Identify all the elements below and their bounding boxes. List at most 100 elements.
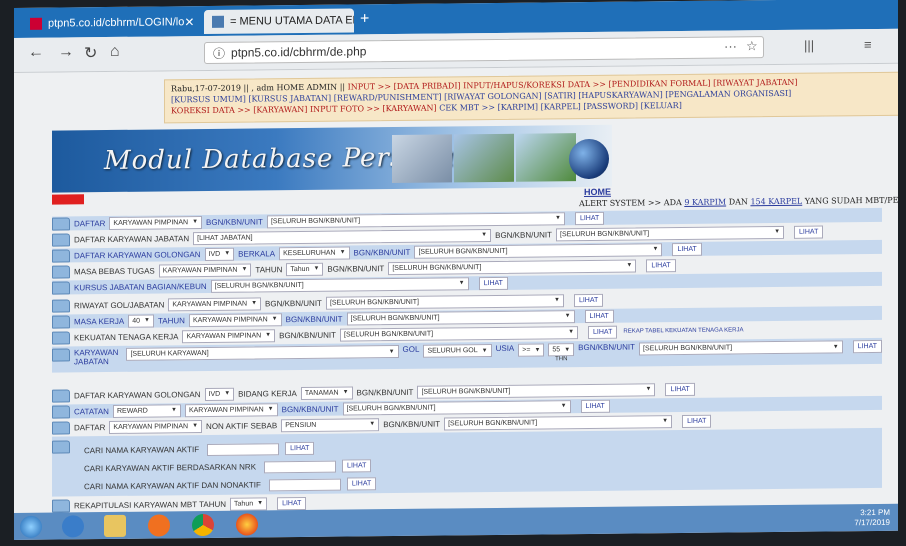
library-icon[interactable]: |||: [804, 38, 814, 53]
folder-icon: [52, 420, 70, 435]
lihat-button[interactable]: LIHAT: [342, 459, 372, 473]
select-jenis-karyawan[interactable]: KARYAWAN PIMPINAN ▼: [188, 312, 282, 327]
select-karyawan[interactable]: [SELURUH KARYAWAN] ▼: [126, 344, 399, 361]
search-panel: CARI NAMA KARYAWAN AKTIF LIHAT CARI KARY…: [52, 427, 882, 497]
input-data-link[interactable]: INPUT >> [DATA PRIBADI]: [348, 81, 461, 91]
select-unit[interactable]: [SELURUH BGN/KBN/UNIT] ▼: [210, 276, 469, 293]
firefox-icon[interactable]: [236, 513, 258, 536]
select-unit[interactable]: [SELURUH BGN/KBN/UNIT] ▼: [417, 382, 656, 399]
folder-icon: [52, 232, 70, 247]
start-icon[interactable]: [20, 515, 42, 538]
alert-system: ALERT SYSTEM >> ADA 9 KARPIM DAN 154 KAR…: [579, 195, 898, 209]
search-nrk: CARI KARYAWAN AKTIF BERDASARKAN NRK LIHA…: [84, 459, 372, 475]
explorer-icon[interactable]: [104, 514, 126, 538]
chrome-icon[interactable]: [192, 513, 214, 537]
select-jenis-karyawan[interactable]: KARYAWAN PIMPINAN ▼: [158, 263, 252, 277]
nama-aktif-input[interactable]: [207, 442, 280, 456]
folder-icon: [52, 314, 70, 329]
lihat-button[interactable]: LIHAT: [285, 441, 315, 456]
select-unit[interactable]: [SELURUH BGN/KBN/UNIT] ▼: [414, 242, 663, 259]
lihat-button[interactable]: LIHAT: [665, 382, 695, 396]
lihat-button[interactable]: LIHAT: [478, 276, 508, 290]
banner-photo-2: [454, 133, 514, 183]
select-unit[interactable]: [SELURUH BGN/KBN/UNIT] ▼: [388, 258, 637, 275]
select-golongan[interactable]: IVD ▼: [204, 387, 235, 401]
monitor-screen: ptpn5.co.id/cbhrm/LOGIN/lo ✕ = MENU UTAM…: [14, 0, 898, 541]
select-golongan[interactable]: SELURUH GOL ▼: [423, 343, 492, 358]
select-berkala[interactable]: KESELURUHAN ▼: [279, 245, 350, 260]
menu-icon[interactable]: ≡: [864, 37, 872, 52]
select-jenis-karyawan[interactable]: KARYAWAN PIMPINAN ▼: [109, 215, 203, 230]
select-unit[interactable]: [SELURUH BGN/KBN/UNIT] ▼: [342, 399, 571, 416]
cek-mbt-links[interactable]: CEK MBT >> [KARPIM] [KARPEL] [PASSWORD] …: [439, 101, 682, 113]
select-tahun[interactable]: Tahun ▼: [286, 262, 324, 276]
karpim-link[interactable]: 9 KARPIM: [684, 198, 726, 207]
lihat-button[interactable]: LIHAT: [794, 225, 824, 239]
folder-icon: [52, 248, 70, 263]
banner: Modul Database Personalia: [52, 124, 612, 193]
tab-login[interactable]: ptpn5.co.id/cbhrm/LOGIN/lo ✕: [22, 10, 202, 36]
lihat-button[interactable]: LIHAT: [672, 242, 702, 256]
lihat-button[interactable]: LIHAT: [346, 477, 377, 491]
url-bar[interactable]: ⓘ ptpn5.co.id/cbhrm/de.php: [204, 36, 764, 65]
folder-icon: [52, 404, 70, 419]
banner-photo-3: [516, 133, 576, 182]
web-page: Rabu,17-07-2019 || , adm HOME ADMIN || I…: [14, 63, 898, 514]
search-nama-aktif: CARI NAMA KARYAWAN AKTIF LIHAT: [84, 441, 315, 457]
home-icon[interactable]: ⌂: [110, 43, 120, 61]
lihat-button[interactable]: LIHAT: [852, 339, 882, 354]
lihat-button[interactable]: LIHAT: [573, 293, 604, 307]
select-unit[interactable]: [SELURUH BGN/KBN/UNIT] ▼: [639, 340, 843, 356]
select-jenis-karyawan[interactable]: KARYAWAN PIMPINAN ▼: [109, 419, 203, 434]
select-golongan[interactable]: IVD ▼: [204, 247, 235, 261]
select-catatan[interactable]: REWARD ▼: [112, 403, 181, 418]
site-favicon-icon: [212, 15, 224, 28]
karpel-link[interactable]: 154 KARPEL: [750, 197, 802, 207]
select-tahun[interactable]: Tahun ▼: [230, 496, 268, 511]
rekap-tabel-link[interactable]: REKAP TABEL KEKUATAN TENAGA KERJA: [623, 327, 743, 334]
select-jenis-karyawan[interactable]: KARYAWAN PIMPINAN ▼: [184, 402, 278, 417]
select-jabatan[interactable]: [LIHAT JABATAN] ▼: [193, 228, 492, 245]
folder-icon: [52, 298, 70, 313]
select-unit[interactable]: [SELURUH BGN/KBN/UNIT] ▼: [266, 211, 565, 228]
forward-arrow-icon[interactable]: →: [58, 43, 74, 61]
home-link[interactable]: HOME: [584, 187, 611, 197]
search-nama-nonaktif: CARI NAMA KARYAWAN AKTIF DAN NONAKTIF LI…: [84, 477, 377, 493]
bookmark-star-icon[interactable]: ☆: [746, 38, 758, 54]
ie-icon[interactable]: [62, 515, 84, 538]
lihat-button[interactable]: LIHAT: [646, 258, 676, 272]
lihat-button[interactable]: LIHAT: [588, 325, 618, 339]
lihat-button[interactable]: LIHAT: [682, 414, 712, 428]
reload-icon[interactable]: ↻: [84, 43, 97, 63]
lihat-button[interactable]: LIHAT: [580, 399, 610, 413]
nrk-input[interactable]: [264, 460, 337, 473]
media-player-icon[interactable]: [148, 514, 170, 537]
back-arrow-icon[interactable]: ←: [28, 44, 44, 62]
select-sebab[interactable]: PENSIUN ▼: [281, 417, 380, 432]
red-marker: [52, 194, 84, 205]
select-jenis-karyawan[interactable]: KARYAWAN PIMPINAN ▼: [182, 328, 276, 343]
koreksi-data-link[interactable]: KOREKSI DATA >> [KARYAWAN]: [171, 105, 307, 115]
select-unit[interactable]: [SELURUH BGN/KBN/UNIT] ▼: [556, 225, 785, 241]
select-unit[interactable]: [SELURUH BGN/KBN/UNIT] ▼: [325, 293, 564, 310]
lihat-button[interactable]: LIHAT: [574, 211, 605, 225]
select-unit[interactable]: [SELURUH BGN/KBN/UNIT] ▼: [340, 325, 579, 342]
lihat-button[interactable]: LIHAT: [584, 309, 614, 323]
banner-photo-1: [392, 134, 452, 184]
select-unit[interactable]: [SELURUH BGN/KBN/UNIT] ▼: [346, 309, 575, 326]
select-jenis-karyawan[interactable]: KARYAWAN PIMPINAN ▼: [168, 296, 262, 311]
close-icon[interactable]: ✕: [184, 15, 194, 29]
folder-icon: [52, 440, 70, 454]
nama-nonaktif-input[interactable]: [268, 478, 341, 491]
select-usia[interactable]: 55 ▼: [548, 343, 575, 357]
select-unit[interactable]: [SELURUH BGN/KBN/UNIT] ▼: [444, 414, 673, 430]
input-foto-link[interactable]: INPUT FOTO >> [KARYAWAN]: [310, 104, 437, 114]
select-operator[interactable]: >= ▼: [518, 343, 545, 357]
lihat-button[interactable]: LIHAT: [277, 496, 307, 510]
new-tab-button[interactable]: +: [360, 10, 369, 28]
select-masa-kerja[interactable]: 40 ▼: [128, 314, 154, 328]
more-icon[interactable]: ···: [724, 38, 737, 53]
select-bidang-kerja[interactable]: TANAMAN ▼: [300, 385, 353, 400]
folder-icon: [52, 280, 70, 295]
tab-menu-utama[interactable]: = MENU UTAMA DATA ENTRY ✕: [204, 8, 354, 35]
